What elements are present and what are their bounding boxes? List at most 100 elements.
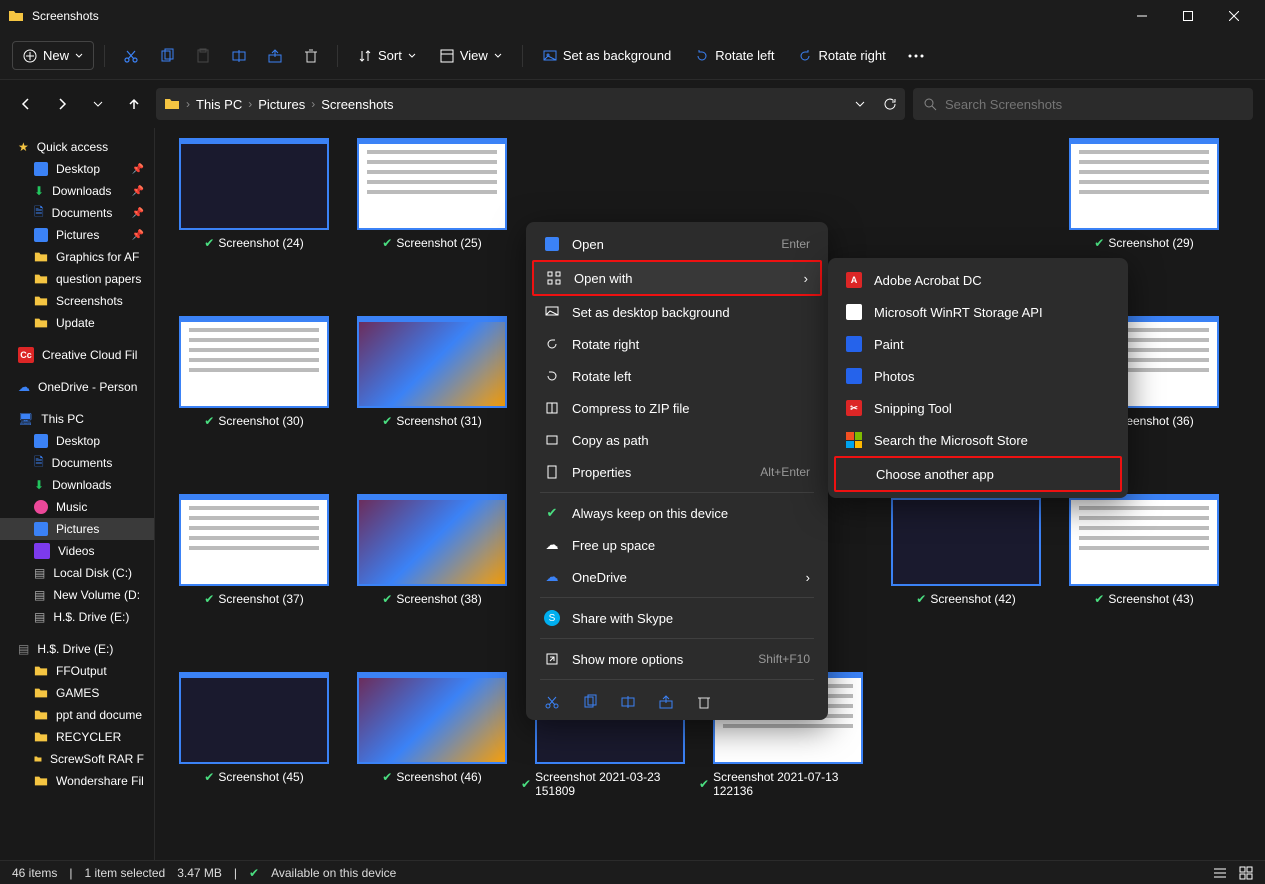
file-thumbnail[interactable]: ✔Screenshot (46) [343, 672, 521, 852]
rename-button[interactable] [223, 42, 255, 70]
search-input[interactable] [945, 97, 1243, 112]
sort-button[interactable]: Sort [348, 42, 426, 69]
ctx-rotate-right[interactable]: Rotate right [532, 328, 822, 360]
ctx-cut-icon[interactable] [542, 692, 562, 712]
ctx-rename-icon[interactable] [618, 692, 638, 712]
rotate-left-button[interactable]: Rotate left [685, 42, 784, 69]
ctx-properties[interactable]: PropertiesAlt+Enter [532, 456, 822, 488]
sidebar-item[interactable]: RECYCLER [0, 726, 154, 748]
chevron-down-icon[interactable] [855, 99, 865, 109]
submenu-item[interactable]: Paint [834, 328, 1122, 360]
breadcrumb-item[interactable]: This PC [196, 97, 242, 112]
ctx-copy-icon[interactable] [580, 692, 600, 712]
sidebar-item[interactable]: ▤Local Disk (C:) [0, 562, 154, 584]
delete-button[interactable] [295, 42, 327, 70]
file-thumbnail[interactable]: ✔Screenshot (37) [165, 494, 343, 674]
sidebar-this-pc[interactable]: 🖥This PC [0, 408, 154, 430]
sidebar-item[interactable]: ▤New Volume (D: [0, 584, 154, 606]
submenu-item[interactable]: Choose another app [834, 456, 1122, 492]
search-icon [923, 97, 937, 111]
sidebar-item[interactable]: ppt and docume [0, 704, 154, 726]
submenu-item[interactable]: ✂Snipping Tool [834, 392, 1122, 424]
ctx-share-icon[interactable] [656, 692, 676, 712]
file-thumbnail[interactable]: ✔Screenshot (25) [343, 138, 521, 318]
sidebar-item[interactable]: Wondershare Fil [0, 770, 154, 792]
sidebar-item[interactable]: FFOutput [0, 660, 154, 682]
sidebar-item[interactable]: Desktop [0, 430, 154, 452]
file-thumbnail[interactable]: ✔Screenshot (43) [1055, 494, 1233, 674]
file-thumbnail[interactable]: ✔Screenshot (31) [343, 316, 521, 496]
rotate-right-button[interactable]: Rotate right [788, 42, 895, 69]
minimize-button[interactable] [1119, 0, 1165, 32]
sidebar-quick-access[interactable]: ★Quick access [0, 136, 154, 158]
recent-button[interactable] [84, 90, 112, 118]
file-thumbnail[interactable]: ✔Screenshot (24) [165, 138, 343, 318]
ctx-show-more[interactable]: Show more optionsShift+F10 [532, 643, 822, 675]
submenu-item[interactable]: Photos [834, 360, 1122, 392]
sidebar-item[interactable]: Pictures📌 [0, 224, 154, 246]
ctx-compress[interactable]: Compress to ZIP file [532, 392, 822, 424]
sidebar-item[interactable]: ⬇Downloads📌 [0, 180, 154, 202]
ctx-set-desktop[interactable]: Set as desktop background [532, 296, 822, 328]
statusbar: 46 items | 1 item selected 3.47 MB | ✔ A… [0, 860, 1265, 884]
cut-button[interactable] [115, 42, 147, 70]
address-bar-row: › This PC › Pictures › Screenshots [0, 80, 1265, 128]
refresh-button[interactable] [883, 97, 897, 111]
ctx-open[interactable]: OpenEnter [532, 228, 822, 260]
sidebar-item[interactable]: Pictures [0, 518, 154, 540]
set-background-button[interactable]: Set as background [533, 42, 681, 69]
sidebar-item[interactable]: ⬇Downloads [0, 474, 154, 496]
new-button[interactable]: New [12, 41, 94, 70]
ctx-rotate-left[interactable]: Rotate left [532, 360, 822, 392]
view-button[interactable]: View [430, 42, 512, 69]
sidebar-item[interactable]: Videos [0, 540, 154, 562]
sidebar-item[interactable]: question papers [0, 268, 154, 290]
context-menu: OpenEnter Open with› Set as desktop back… [526, 222, 828, 720]
sidebar-item[interactable]: Music [0, 496, 154, 518]
sidebar-item[interactable]: GAMES [0, 682, 154, 704]
sidebar: ★Quick access Desktop📌⬇Downloads📌🗎Docume… [0, 128, 155, 860]
ctx-onedrive[interactable]: ☁OneDrive› [532, 561, 822, 593]
submenu-item[interactable]: Search the Microsoft Store [834, 424, 1122, 456]
submenu-item[interactable]: AAdobe Acrobat DC [834, 264, 1122, 296]
open-with-submenu: AAdobe Acrobat DCMicrosoft WinRT Storage… [828, 258, 1128, 498]
back-button[interactable] [12, 90, 40, 118]
sidebar-item[interactable]: ▤H.$. Drive (E:) [0, 606, 154, 628]
sidebar-onedrive[interactable]: ☁OneDrive - Person [0, 376, 154, 398]
sidebar-item[interactable]: 🗎Documents [0, 452, 154, 474]
submenu-item[interactable]: Microsoft WinRT Storage API [834, 296, 1122, 328]
sidebar-drive[interactable]: ▤H.$. Drive (E:) [0, 638, 154, 660]
up-button[interactable] [120, 90, 148, 118]
sidebar-item[interactable]: Screenshots [0, 290, 154, 312]
breadcrumb[interactable]: › This PC › Pictures › Screenshots [156, 88, 905, 120]
maximize-button[interactable] [1165, 0, 1211, 32]
sidebar-item[interactable]: 🗎Documents📌 [0, 202, 154, 224]
file-thumbnail[interactable]: ✔Screenshot (42) [877, 494, 1055, 674]
file-thumbnail[interactable]: ✔Screenshot (30) [165, 316, 343, 496]
copy-button[interactable] [151, 42, 183, 70]
ctx-delete-icon[interactable] [694, 692, 714, 712]
sidebar-item[interactable]: Update [0, 312, 154, 334]
more-button[interactable] [900, 48, 932, 64]
close-button[interactable] [1211, 0, 1257, 32]
ctx-copy-path[interactable]: Copy as path [532, 424, 822, 456]
ctx-skype[interactable]: SShare with Skype [532, 602, 822, 634]
ctx-free-up[interactable]: ☁Free up space [532, 529, 822, 561]
thumbnail-view-button[interactable] [1239, 866, 1253, 880]
sidebar-item[interactable]: Graphics for AF [0, 246, 154, 268]
share-button[interactable] [259, 42, 291, 70]
ctx-open-with[interactable]: Open with› [532, 260, 822, 296]
file-thumbnail[interactable]: ✔Screenshot (45) [165, 672, 343, 852]
sidebar-creative-cloud[interactable]: CcCreative Cloud Fil [0, 344, 154, 366]
sidebar-item[interactable]: ScrewSoft RAR F [0, 748, 154, 770]
selected-size: 3.47 MB [177, 866, 222, 880]
forward-button[interactable] [48, 90, 76, 118]
file-thumbnail[interactable]: ✔Screenshot (38) [343, 494, 521, 674]
sidebar-item[interactable]: Desktop📌 [0, 158, 154, 180]
breadcrumb-item[interactable]: Pictures [258, 97, 305, 112]
search-box[interactable] [913, 88, 1253, 120]
ctx-always-keep[interactable]: ✔Always keep on this device [532, 497, 822, 529]
breadcrumb-item[interactable]: Screenshots [321, 97, 393, 112]
paste-button[interactable] [187, 42, 219, 70]
details-view-button[interactable] [1213, 866, 1227, 880]
